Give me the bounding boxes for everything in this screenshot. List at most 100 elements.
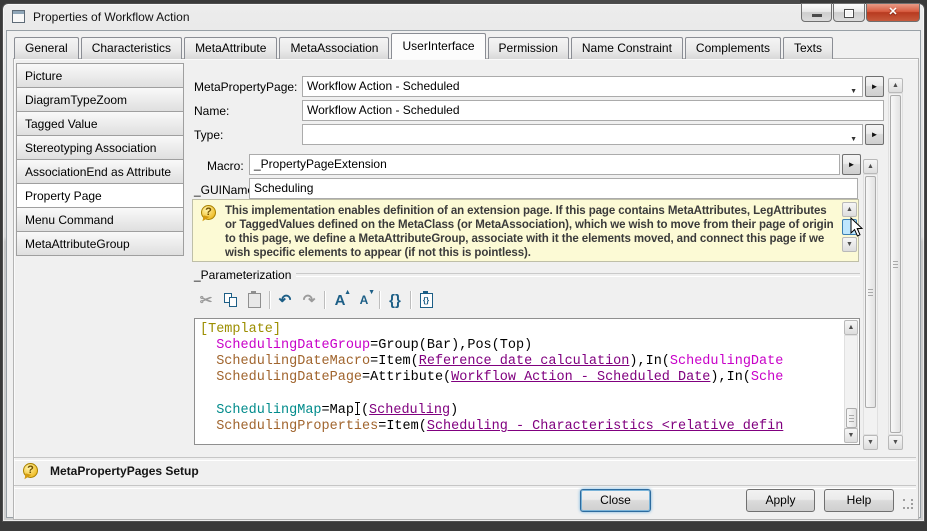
- scroll-down-icon: ▼: [843, 238, 856, 251]
- macro-input[interactable]: _PropertyPageExtension: [249, 154, 840, 175]
- code-line: SchedulingDateGroup=Group(Bar),Pos(Top): [200, 338, 843, 354]
- minimize-button[interactable]: [801, 3, 832, 22]
- scroll-up-icon: ▲: [889, 79, 902, 92]
- group-scroll-up-button[interactable]: ▲: [863, 159, 878, 174]
- tab-complements[interactable]: Complements: [685, 37, 781, 59]
- minimize-icon: [812, 14, 822, 17]
- group-scrollbar[interactable]: [863, 174, 878, 435]
- tab-bar: GeneralCharacteristicsMetaAttributeMetaA…: [14, 35, 835, 59]
- category-list: PictureDiagramTypeZoomTagged ValueStereo…: [16, 64, 184, 256]
- chevron-down-icon[interactable]: ▼: [850, 84, 857, 99]
- metapropertypage-combobox[interactable]: Workflow Action - Scheduled ▼: [302, 76, 863, 97]
- editor-scroll-up-button[interactable]: ▲: [844, 320, 858, 335]
- parameterization-label: _Parameterization: [194, 268, 291, 282]
- cut-icon[interactable]: ✂: [194, 288, 218, 312]
- copy-icon[interactable]: [218, 288, 242, 312]
- panel-scroll-down-button[interactable]: ▼: [888, 435, 903, 450]
- apply-button[interactable]: Apply: [746, 489, 815, 512]
- panel-scroll-up-button[interactable]: ▲: [888, 78, 903, 93]
- code-content: [Template] SchedulingDateGroup=Group(Bar…: [200, 322, 843, 435]
- title-bar[interactable]: Properties of Workflow Action ✕: [3, 4, 924, 30]
- tab-metaassociation[interactable]: MetaAssociation: [279, 37, 389, 59]
- toolbar-separator: [379, 291, 380, 309]
- metapropertypage-more-button[interactable]: ►: [865, 76, 884, 97]
- close-button[interactable]: Close: [580, 489, 651, 512]
- separator: [14, 457, 916, 461]
- paste-icon[interactable]: [242, 288, 266, 312]
- sidebar-item-tagged-value[interactable]: Tagged Value: [16, 111, 184, 136]
- tab-permission[interactable]: Permission: [488, 37, 569, 59]
- sidebar-item-metaattributegroup[interactable]: MetaAttributeGroup: [16, 231, 184, 256]
- dialog-body: GeneralCharacteristicsMetaAttributeMetaA…: [6, 30, 921, 518]
- macro-label: Macro:: [207, 159, 244, 173]
- name-input[interactable]: Workflow Action - Scheduled: [302, 100, 884, 121]
- restore-icon: [844, 9, 854, 18]
- code-line: SchedulingDateMacro=Item(Reference date …: [200, 354, 843, 370]
- editor-scrollbar[interactable]: [844, 335, 858, 429]
- group-scroll-down-button[interactable]: ▼: [863, 435, 878, 450]
- undo-icon[interactable]: ↶: [273, 288, 297, 312]
- sidebar-item-picture[interactable]: Picture: [16, 63, 184, 88]
- panel-scroll-thumb[interactable]: [890, 95, 901, 433]
- sidebar-item-property-page[interactable]: Property Page: [16, 183, 184, 208]
- toolbar-separator: [410, 291, 411, 309]
- close-window-button[interactable]: ✕: [866, 3, 920, 22]
- chevron-down-icon[interactable]: ▼: [850, 132, 857, 147]
- type-more-button[interactable]: ►: [865, 124, 884, 145]
- window-icon: [12, 10, 25, 23]
- font-decrease-icon[interactable]: A▼: [352, 288, 376, 312]
- toolbar-separator: [269, 291, 270, 309]
- guiname-input[interactable]: Scheduling: [249, 178, 858, 199]
- text-cursor-icon: [354, 402, 361, 415]
- panel-scrollbar[interactable]: [888, 93, 903, 435]
- editor-scroll-thumb[interactable]: [846, 408, 857, 428]
- metapropertypage-label: MetaPropertyPage:: [194, 80, 297, 94]
- name-label: Name:: [194, 104, 229, 118]
- tab-metaattribute[interactable]: MetaAttribute: [184, 37, 277, 59]
- sidebar-item-stereotyping-association[interactable]: Stereotyping Association: [16, 135, 184, 160]
- infobox-scroll-down-button[interactable]: ▼: [842, 237, 857, 252]
- toolbar-separator: [324, 291, 325, 309]
- paste-template-icon[interactable]: {}: [414, 288, 438, 312]
- scroll-down-icon: ▼: [889, 436, 902, 449]
- close-icon: ✕: [888, 6, 897, 18]
- scroll-up-icon: ▲: [864, 160, 877, 173]
- code-line: [200, 386, 843, 402]
- editor-scroll-down-button[interactable]: ▼: [844, 428, 858, 443]
- restore-button[interactable]: [833, 3, 865, 22]
- help-bubble-icon: ?: [201, 205, 216, 220]
- code-editor[interactable]: [Template] SchedulingDateGroup=Group(Bar…: [194, 318, 860, 445]
- info-box: ? This implementation enables definition…: [192, 199, 859, 262]
- resize-grip[interactable]: [903, 499, 905, 501]
- sidebar-item-associationend-as-attribute[interactable]: AssociationEnd as Attribute: [16, 159, 184, 184]
- group-scroll-thumb[interactable]: [865, 176, 876, 408]
- scroll-down-icon: ▼: [845, 429, 857, 442]
- status-help-icon: ?: [23, 463, 38, 478]
- tab-characteristics[interactable]: Characteristics: [81, 37, 182, 59]
- scroll-down-icon: ▼: [864, 436, 877, 449]
- font-increase-icon[interactable]: A▲: [328, 288, 352, 312]
- type-combobox[interactable]: ▼: [302, 124, 863, 145]
- code-line: SchedulingMap=Map(Scheduling): [200, 402, 843, 419]
- screen: Properties of Workflow Action ✕ GeneralC…: [0, 0, 927, 531]
- tab-texts[interactable]: Texts: [783, 37, 833, 59]
- mouse-cursor: [850, 217, 864, 237]
- infobox-scroll-up-button[interactable]: ▲: [842, 202, 857, 217]
- editor-toolbar: ✂ ↶↷ A▲A▼ {} {}: [194, 287, 438, 313]
- sidebar-item-menu-command[interactable]: Menu Command: [16, 207, 184, 232]
- code-line: SchedulingDatePage=Attribute(Workflow Ac…: [200, 370, 843, 386]
- tab-general[interactable]: General: [14, 37, 79, 59]
- redo-icon[interactable]: ↷: [297, 288, 321, 312]
- dialog-window: Properties of Workflow Action ✕ GeneralC…: [2, 3, 925, 522]
- code-line: [Template]: [200, 322, 843, 338]
- scroll-up-icon: ▲: [845, 321, 857, 334]
- sidebar-item-diagramtypezoom[interactable]: DiagramTypeZoom: [16, 87, 184, 112]
- tab-userinterface[interactable]: UserInterface: [391, 33, 485, 59]
- macro-more-button[interactable]: ►: [842, 154, 861, 175]
- code-line: SchedulingProperties=Item(Scheduling - C…: [200, 419, 843, 435]
- braces-icon[interactable]: {}: [383, 288, 407, 312]
- tab-name-constraint[interactable]: Name Constraint: [571, 37, 683, 59]
- help-button[interactable]: Help: [824, 489, 894, 512]
- info-text: This implementation enables definition o…: [225, 204, 839, 260]
- window-title: Properties of Workflow Action: [33, 10, 190, 24]
